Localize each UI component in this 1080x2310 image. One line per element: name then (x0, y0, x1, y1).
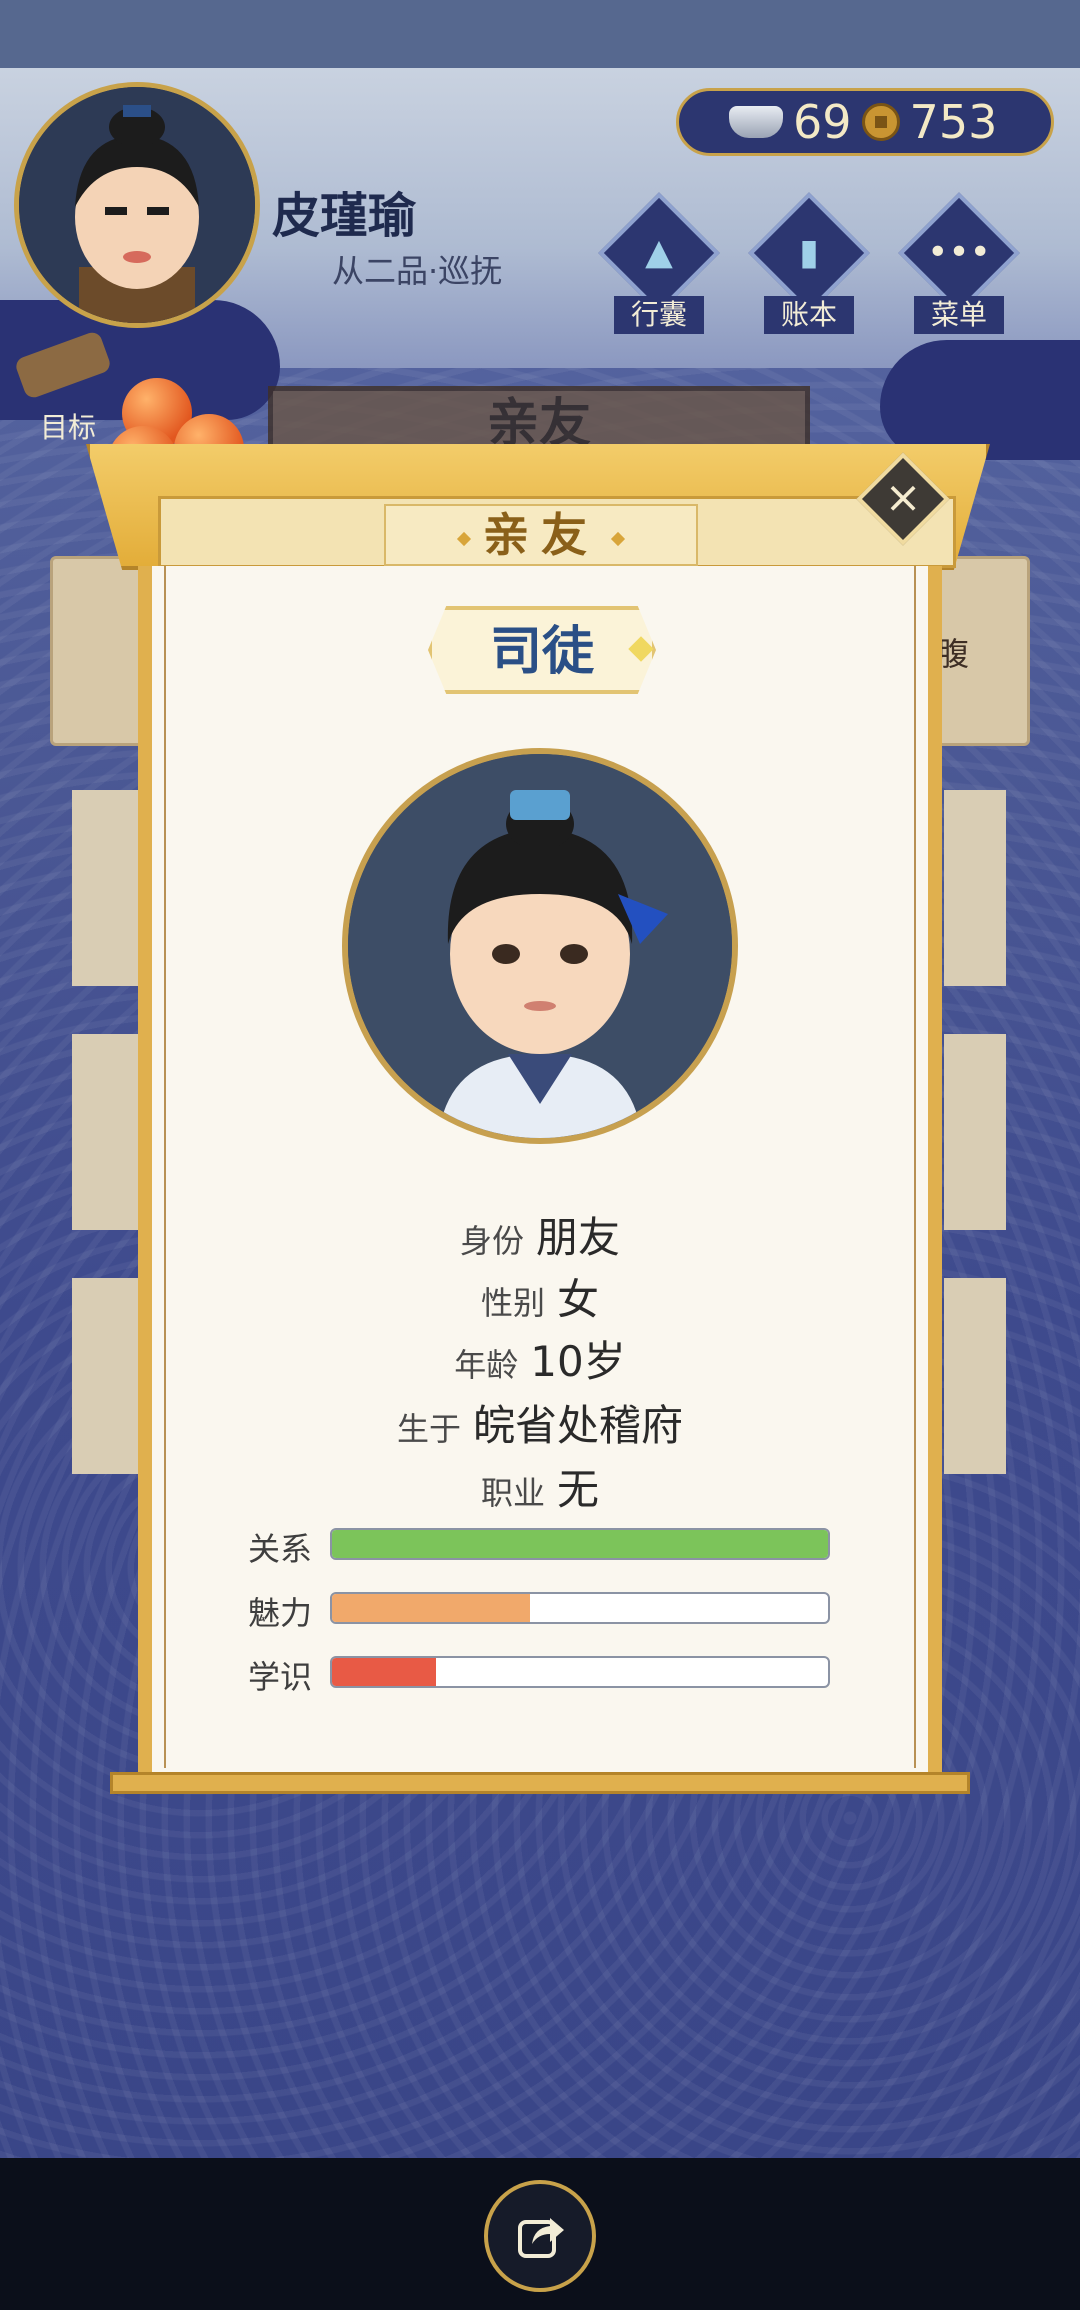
close-icon: × (884, 472, 922, 523)
knowledge-bar (330, 1656, 830, 1688)
menu-button[interactable]: ••• 菜单 (898, 192, 1020, 334)
person-name: 司徒 (428, 606, 656, 694)
menu-label: 菜单 (914, 296, 1004, 334)
share-icon (518, 2218, 564, 2258)
player-avatar[interactable] (14, 82, 260, 328)
bag-icon: ▲ (645, 232, 673, 273)
knowledge-fill (332, 1658, 437, 1686)
silver-ingot-icon (729, 106, 783, 138)
background-row (944, 790, 1006, 986)
charm-fill (332, 1594, 531, 1622)
stat-label-relationship: 关系 (248, 1530, 313, 1568)
ledger-button[interactable]: ▮ 账本 (748, 192, 870, 334)
more-icon: ••• (927, 232, 991, 273)
info-row-gender: 性别女 (480, 1275, 600, 1324)
cloud-decoration-right (880, 340, 1080, 460)
background-row (944, 1034, 1006, 1230)
status-bar (0, 0, 1080, 68)
relationship-fill (332, 1530, 828, 1558)
info-row-occupation: 职业无 (480, 1465, 600, 1514)
stat-label-charm: 魅力 (248, 1594, 313, 1632)
ledger-label: 账本 (764, 296, 854, 334)
bag-label: 行囊 (614, 296, 704, 334)
child-portrait-icon (348, 754, 732, 1138)
info-row-birthplace: 生于 皖省处稽府 (396, 1401, 684, 1450)
currency-panel: 69 753 (676, 88, 1054, 156)
diamond-ornament-icon (456, 531, 472, 546)
player-rank: 从二品·巡抚 (332, 252, 503, 290)
diamond-ornament-icon (610, 531, 626, 546)
copper-count: 753 (909, 95, 998, 149)
relationship-bar (330, 1528, 830, 1560)
player-name: 皮瑾瑜 (272, 188, 417, 244)
charm-bar (330, 1592, 830, 1624)
copper-coin-icon (861, 103, 900, 141)
ledger-icon: ▮ (799, 232, 819, 273)
share-button[interactable] (484, 2180, 596, 2292)
info-row-identity: 身份 朋友 (459, 1213, 621, 1262)
modal-bottom-rod (110, 1772, 970, 1794)
player-portrait-icon (19, 87, 255, 323)
silver-count: 69 (793, 95, 852, 149)
person-portrait (342, 748, 738, 1144)
modal-title: 亲友 (384, 504, 698, 566)
modal-title-text: 亲友 (483, 508, 599, 562)
info-row-age: 年龄 10岁 (454, 1337, 626, 1386)
bag-button[interactable]: ▲ 行囊 (598, 192, 720, 334)
stat-label-knowledge: 学识 (248, 1658, 313, 1696)
